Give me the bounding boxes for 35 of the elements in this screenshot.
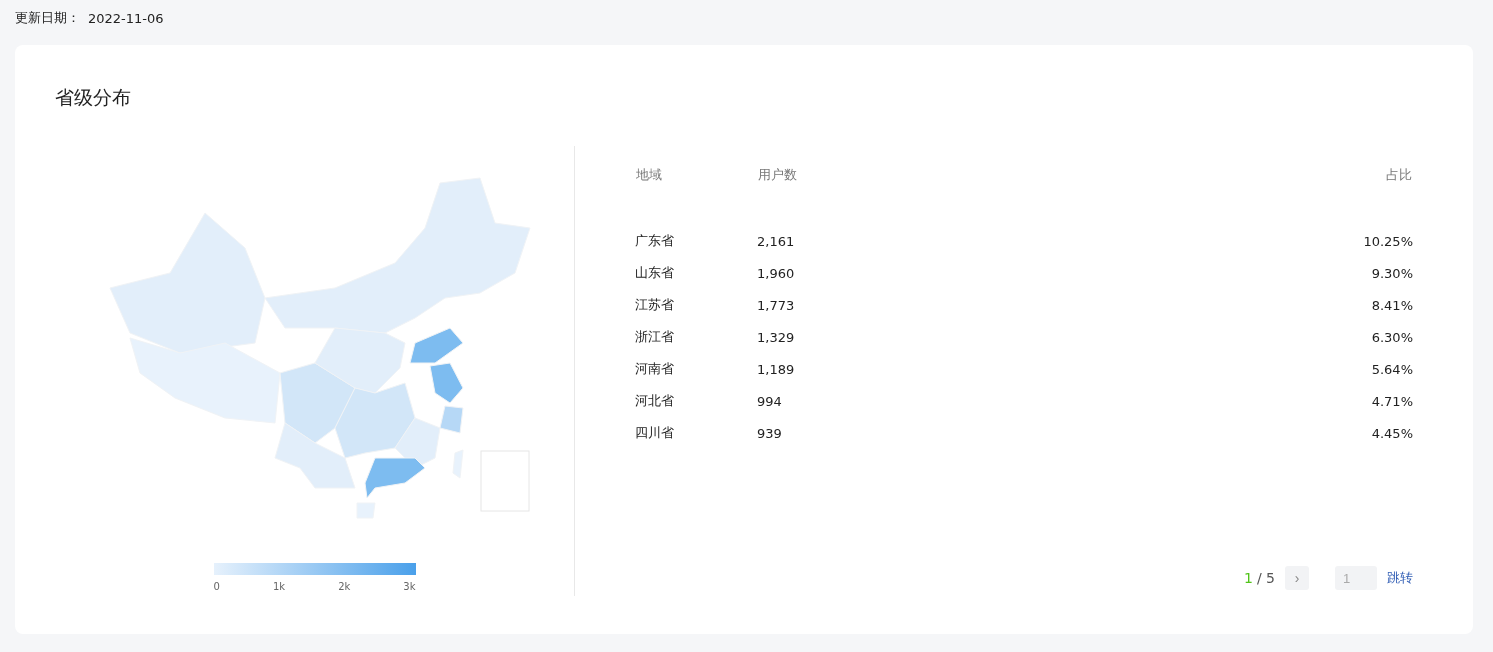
legend-tick-label: 1k xyxy=(272,581,286,592)
legend-tick-label: 3k xyxy=(403,581,416,592)
table-cell-text: 5.64% xyxy=(1370,360,1413,379)
table-cell-text: 浙江省 xyxy=(635,328,675,346)
column-header: 用户数 xyxy=(757,166,798,184)
table-cell-text: 江苏省 xyxy=(635,296,675,314)
jump-link[interactable]: 跳转 xyxy=(1387,569,1413,587)
table-cell-text: 1,960 xyxy=(757,264,796,283)
table-cell-text: 6.30% xyxy=(1370,328,1413,347)
table-cell: 广东省 xyxy=(635,225,757,257)
column-header: 占比 xyxy=(1385,166,1413,184)
card-title: 省级分布 xyxy=(55,85,132,110)
table-cell-text: 9.30% xyxy=(1370,264,1413,283)
table-cell: 四川省 xyxy=(635,417,757,449)
table-cell-text: 10.25% xyxy=(1362,232,1413,251)
table-cell-text: 1,773 xyxy=(757,296,796,315)
legend-tick-label: 2k xyxy=(338,581,351,592)
table-cell-text: 山东省 xyxy=(635,264,675,282)
table-cell-text: 994 xyxy=(757,392,783,411)
page-input-field[interactable]: 1 xyxy=(1335,566,1377,590)
table-cell-text: 8.41% xyxy=(1370,296,1413,315)
table-cell-text: 1,189 xyxy=(757,360,796,379)
current-page: 1 xyxy=(1244,570,1253,586)
legend-tick-label: 0 xyxy=(213,581,220,592)
update-label: 更新日期： xyxy=(15,9,80,27)
table-cell-text: 4.45% xyxy=(1370,424,1413,443)
column-header: 地域 xyxy=(635,166,663,184)
total-pages: / 5 xyxy=(1256,570,1275,586)
table-cell: 河北省 xyxy=(635,385,757,417)
update-date: 2022-11-06 xyxy=(88,10,164,26)
table-cell-text: 939 xyxy=(757,424,783,443)
table-cell-text: 4.71% xyxy=(1370,392,1413,411)
table-cell-text: 河南省 xyxy=(635,360,675,378)
table-cell-text: 2,161 xyxy=(757,232,796,251)
table-cell-text: 1,329 xyxy=(757,328,796,347)
